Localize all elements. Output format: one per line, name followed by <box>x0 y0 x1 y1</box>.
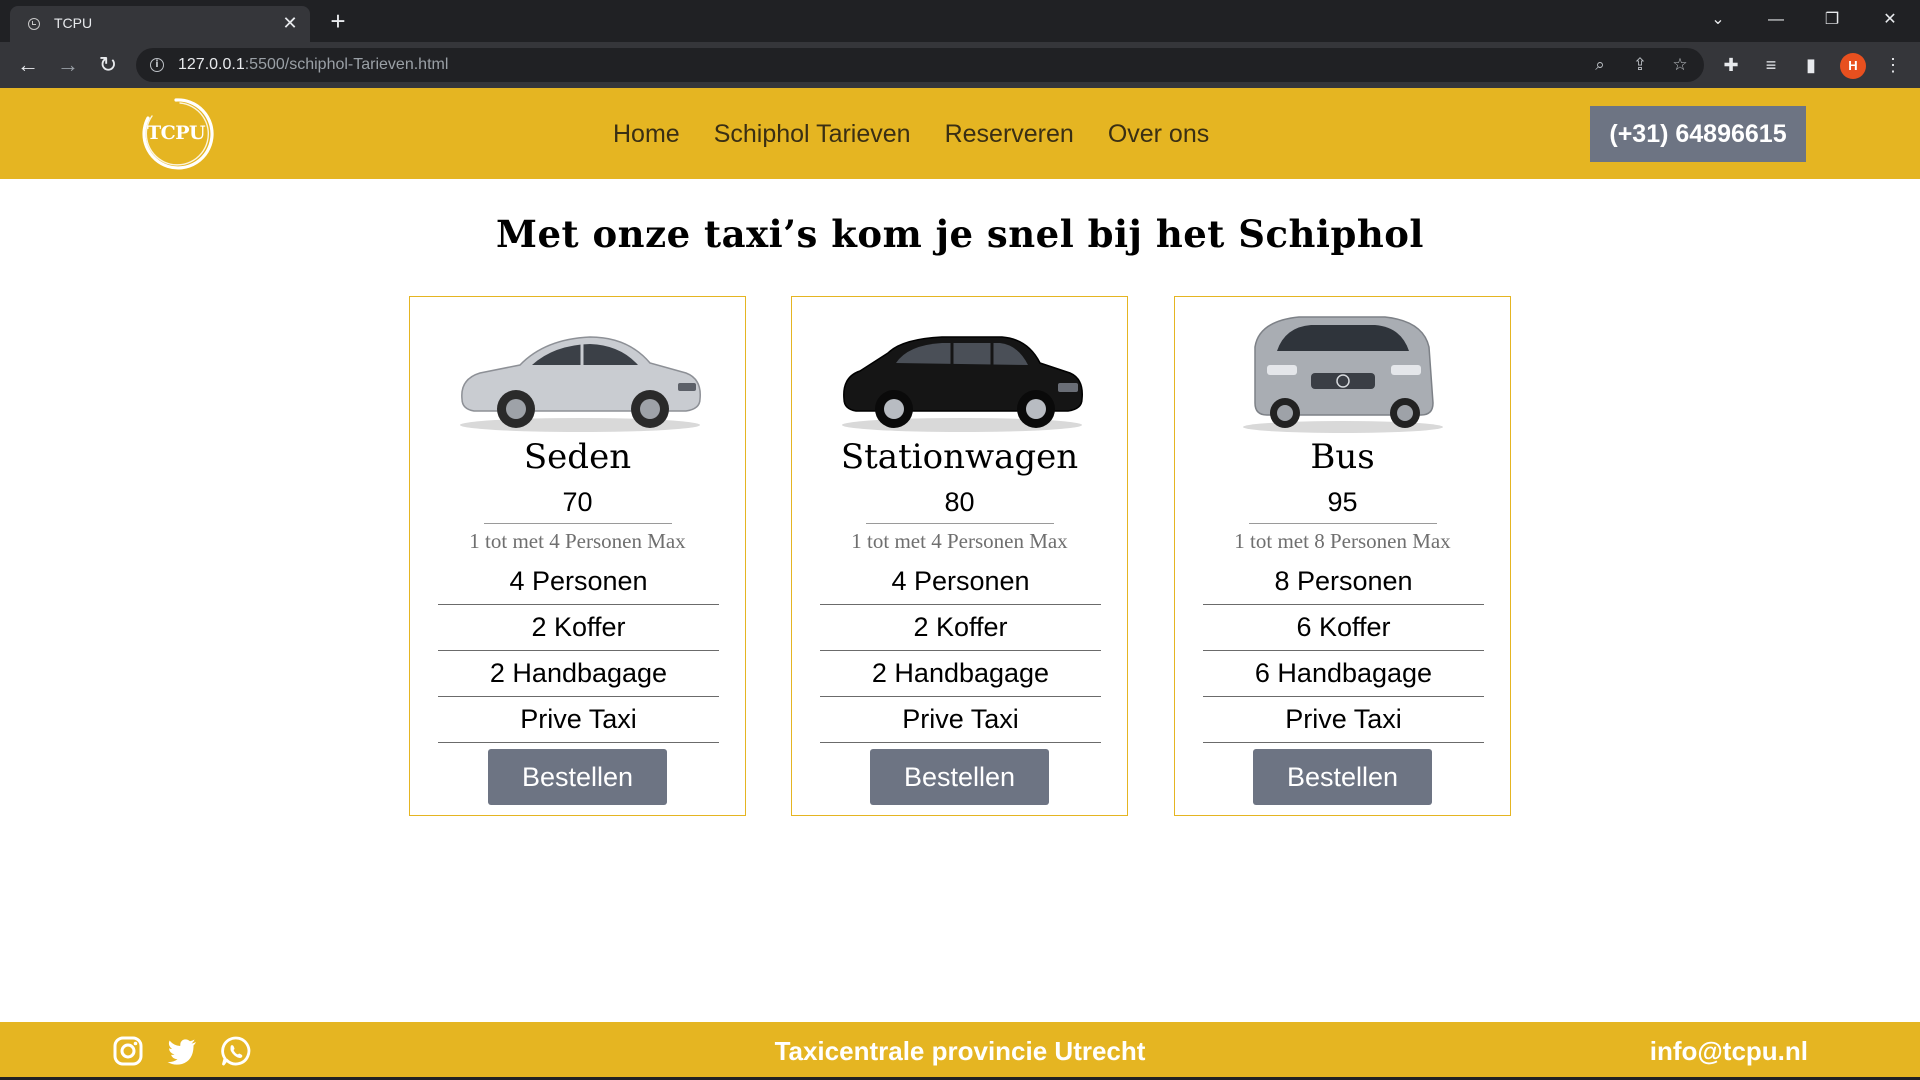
capacity-text: 1 tot met 8 Personen Max <box>1234 529 1451 553</box>
site-info-icon[interactable]: i <box>150 58 164 72</box>
feature-item: 2 Handbagage <box>438 651 719 697</box>
feature-item: 6 Koffer <box>1203 605 1484 651</box>
sedan-car-image <box>460 336 701 432</box>
car-price: 70 <box>562 487 593 517</box>
zoom-icon[interactable]: ⌕ <box>1588 53 1612 77</box>
car-type-name: Stationwagen <box>840 437 1079 477</box>
price-divider <box>484 523 672 524</box>
site-footer: Taxicentrale provincie Utrecht info@tcpu… <box>0 1022 1920 1080</box>
tab-title: TCPU <box>54 15 93 31</box>
new-tab-button[interactable]: + <box>324 8 352 36</box>
tariff-card-seden: Seden 70 1 tot met 4 Personen Max 4 Pers… <box>409 296 746 816</box>
stationwagon-car-image <box>842 336 1083 432</box>
nav-schiphol-tarieven[interactable]: Schiphol Tarieven <box>714 120 911 154</box>
browser-tab-strip: TCPU ✕ + ⌄ — ❐ ✕ <box>0 0 1920 42</box>
back-icon[interactable]: ← <box>14 51 42 79</box>
share-icon[interactable]: ⇪ <box>1628 53 1652 77</box>
tab-favicon-icon <box>28 18 40 30</box>
close-window-icon[interactable]: ✕ <box>1868 6 1912 34</box>
page-title: Met onze taxi’s kom je snel bij het Schi… <box>496 212 1424 256</box>
feature-item: 2 Handbagage <box>820 651 1101 697</box>
bus-van-image <box>1243 316 1443 433</box>
nav-over-ons[interactable]: Over ons <box>1108 120 1209 154</box>
car-price: 95 <box>1327 487 1358 517</box>
site-header: TCPU Home Schiphol Tarieven Reserveren O… <box>0 88 1920 179</box>
footer-email-link[interactable]: info@tcpu.nl <box>1650 1036 1808 1067</box>
browser-menu-icon[interactable]: ⋮ <box>1880 52 1906 78</box>
car-type-name: Seden <box>523 437 632 477</box>
feature-item: 8 Personen <box>1203 559 1484 605</box>
main-nav: Home Schiphol Tarieven Reserveren Over o… <box>613 120 1209 154</box>
feature-item: Prive Taxi <box>820 697 1101 743</box>
media-control-icon[interactable]: ≡ <box>1758 52 1784 78</box>
feature-item: Prive Taxi <box>438 697 719 743</box>
tariff-card-stationwagen: Stationwagen 80 1 tot met 4 Personen Max… <box>791 296 1128 816</box>
reload-icon[interactable]: ↻ <box>94 51 122 79</box>
car-price: 80 <box>944 487 975 517</box>
feature-item: 2 Koffer <box>820 605 1101 651</box>
extensions-icon[interactable]: ✚ <box>1718 52 1744 78</box>
bookmark-star-icon[interactable]: ☆ <box>1668 53 1692 77</box>
capacity-text: 1 tot met 4 Personen Max <box>469 529 686 553</box>
feature-item: 2 Koffer <box>438 605 719 651</box>
logo-text: TCPU <box>146 122 206 144</box>
side-panel-icon[interactable]: ▮ <box>1798 52 1824 78</box>
tab-close-icon[interactable]: ✕ <box>278 11 302 35</box>
bestellen-button[interactable]: Bestellen <box>488 749 667 805</box>
tcpu-logo[interactable]: TCPU <box>136 94 216 174</box>
bestellen-button[interactable]: Bestellen <box>1253 749 1432 805</box>
phone-button[interactable]: (+31) 64896615 <box>1590 106 1806 162</box>
feature-item: 4 Personen <box>438 559 719 605</box>
tariff-card-bus: Bus 95 1 tot met 8 Personen Max 8 Person… <box>1174 296 1511 816</box>
nav-home[interactable]: Home <box>613 120 680 154</box>
minimize-icon[interactable]: — <box>1754 6 1798 34</box>
price-divider <box>1249 523 1437 524</box>
browser-tab[interactable]: TCPU ✕ <box>10 6 310 42</box>
address-bar[interactable]: i 127.0.0.1:5500/schiphol-Tarieven.html … <box>136 48 1704 82</box>
car-type-name: Bus <box>1310 437 1375 477</box>
tab-search-icon[interactable]: ⌄ <box>1696 6 1740 34</box>
feature-item: 6 Handbagage <box>1203 651 1484 697</box>
nav-reserveren[interactable]: Reserveren <box>945 120 1074 154</box>
browser-toolbar: ← → ↻ i 127.0.0.1:5500/schiphol-Tarieven… <box>0 42 1920 88</box>
capacity-text: 1 tot met 4 Personen Max <box>851 529 1068 553</box>
price-divider <box>866 523 1054 524</box>
forward-icon[interactable]: → <box>54 51 82 79</box>
feature-item: 4 Personen <box>820 559 1101 605</box>
footer-company-name: Taxicentrale provincie Utrecht <box>774 1036 1146 1066</box>
profile-avatar[interactable]: H <box>1840 53 1866 79</box>
bestellen-button[interactable]: Bestellen <box>870 749 1049 805</box>
feature-item: Prive Taxi <box>1203 697 1484 743</box>
restore-icon[interactable]: ❐ <box>1810 6 1854 34</box>
url-text: 127.0.0.1:5500/schiphol-Tarieven.html <box>178 56 449 73</box>
